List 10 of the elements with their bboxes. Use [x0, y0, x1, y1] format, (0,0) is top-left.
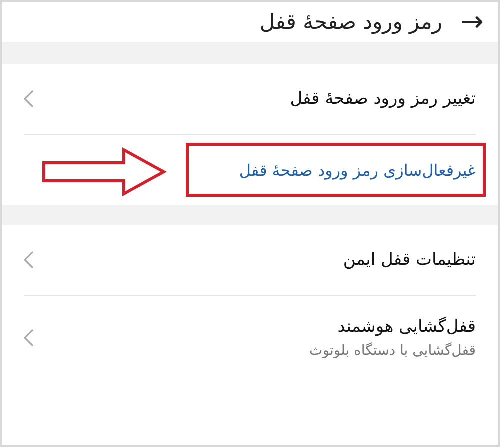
back-arrow[interactable]: → — [460, 8, 484, 36]
chevron-icon — [24, 329, 34, 347]
screen-title: رمز ورود صفحهٔ قفل — [260, 10, 443, 34]
setting-title[interactable]: تغییر رمز ورود صفحهٔ قفل — [290, 89, 476, 109]
setting-title[interactable]: غیرفعال‌سازی رمز ورود صفحهٔ قفل — [239, 160, 476, 180]
chevron-icon — [24, 251, 34, 269]
setting-title[interactable]: قفل‌گشایی هوشمند — [338, 317, 476, 337]
setting-title[interactable]: تنظیمات قفل ایمن — [343, 250, 476, 270]
chevron-icon — [24, 90, 34, 108]
setting-subtitle: قفل‌گشایی با دستگاه بلوتوث — [310, 343, 476, 359]
